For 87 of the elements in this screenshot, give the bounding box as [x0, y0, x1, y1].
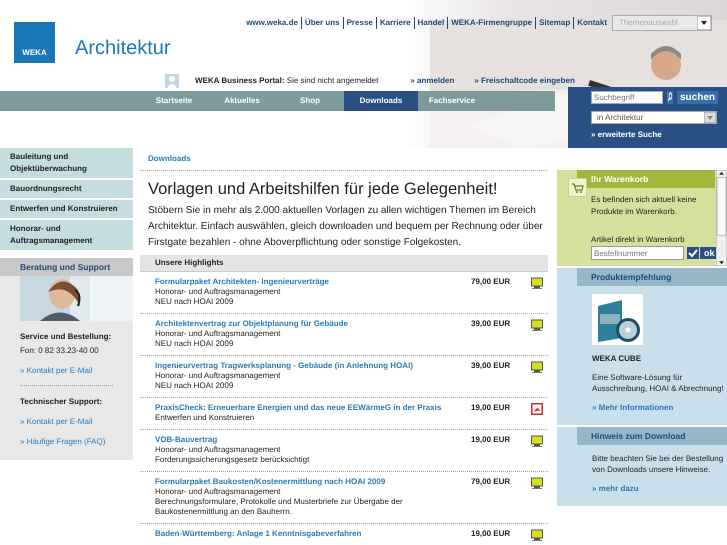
price: 79,00 EUR — [471, 477, 512, 488]
nav-tab[interactable]: Shop — [276, 91, 344, 111]
logo[interactable]: WEKA — [14, 22, 55, 63]
phone-text: Fon: 0 82 33.23-40 00 — [20, 345, 100, 357]
top-link[interactable]: Über uns — [300, 17, 343, 29]
intro-text: Stöbern Sie in mehr als 2.000 aktuellen Vorlagen zu allen wichtigen Themen im Bereich Architektur. Einfach auswählen, gleich downloaden und bequem per Rechnung oder über Firstgate bezahlen - ohne Aboverpflichtung oder sonstige Folgekosten. — [148, 204, 544, 250]
caret-icon — [697, 16, 711, 30]
top-link[interactable]: Sitemap — [535, 17, 574, 29]
monitor-icon — [531, 277, 543, 289]
support-link[interactable]: » Kontakt per E-Mail — [20, 416, 113, 428]
monitor-icon — [531, 319, 543, 331]
top-link[interactable]: WEKA-Firmengruppe — [447, 17, 536, 29]
section-header: Unsere Highlights — [140, 255, 548, 272]
top-link[interactable]: Handel — [414, 17, 448, 29]
portal-status: WEKA Business Portal: Sie sind nicht angemeldet — [195, 75, 378, 87]
sidebar-item[interactable]: Bauleitung und Objektüberwachung — [0, 148, 133, 178]
sidebar-item[interactable]: Honorar- und Auftragsmanagement — [0, 220, 133, 250]
portal-link[interactable]: » Freischaltcode eingeben — [474, 75, 575, 87]
product-description: Honorar- und Auftragsmanagement — [155, 445, 282, 455]
top-link[interactable]: Presse — [342, 17, 376, 29]
product-description: Honorar- und Auftragsmanagement — [155, 371, 282, 381]
more-info-link[interactable]: » Mehr Informationen — [592, 402, 725, 413]
page-title: Vorlagen und Arbeitshilfen für jede Gelegenheit! — [148, 179, 498, 199]
support-link[interactable]: » Häufige Fragen (FAQ) — [20, 436, 113, 448]
panel-title: Ihr Warenkorb — [577, 170, 715, 188]
price: 19,00 EUR — [471, 403, 512, 414]
product-description: Honorar- und Auftragsmanagement — [155, 287, 282, 297]
product-description: NEU nach HOAI 2009 — [155, 381, 234, 391]
product-link[interactable]: Architektenvertrag zur Objektplanung für Gebäude — [155, 319, 463, 329]
monitor-icon — [531, 361, 543, 373]
price: 19,00 EUR — [471, 529, 512, 540]
price: 39,00 EUR — [471, 319, 512, 330]
monitor-icon — [531, 477, 543, 489]
pdf-icon — [531, 403, 543, 415]
product-description: NEU nach HOAI 2009 — [155, 297, 234, 307]
nav-tab[interactable]: Downloads — [344, 91, 418, 111]
panel-title: Beratung und Support — [0, 258, 133, 276]
product-link[interactable]: Baden-Württemberg: Anlage 1 Kenntnisgabeverfahren — [155, 529, 463, 539]
search-field[interactable]: Suchbegriff — [591, 91, 663, 104]
search-icon — [667, 91, 673, 104]
product-description: Entwerfen und Konstruieren — [155, 413, 256, 423]
breadcrumb-link[interactable]: Downloads — [148, 153, 191, 165]
product-description: Eine Software-Lösung für Ausschreibung, HOAI & Abrechnung! — [592, 372, 725, 394]
sidebar-item[interactable]: Bauordnungsrecht — [0, 180, 133, 198]
panel-title: Hinweis zum Download — [577, 427, 727, 445]
advanced-search-link[interactable]: » erweiterte Suche — [591, 129, 662, 141]
sidebar-item[interactable]: Entwerfen und Konstruieren — [0, 200, 133, 218]
caret-icon — [704, 112, 716, 123]
support-link[interactable]: » Kontakt per E-Mail — [20, 365, 113, 377]
product-link[interactable]: VOB-Bauvertrag — [155, 435, 463, 445]
product-description: NEU nach HOAI 2009 — [155, 339, 234, 349]
portal-link[interactable]: » anmelden — [410, 75, 454, 87]
order-number-field[interactable]: Bestellnummer — [591, 246, 684, 260]
hint-text: Bitte beachten Sie bei der Bestellung von Downloads unsere Hinweise. — [592, 453, 724, 475]
site-title: Architektur — [75, 36, 171, 61]
product-description: Forderungssicherungsgesetz berücksichtigt — [155, 455, 310, 465]
check-icon — [687, 247, 699, 259]
nav-tab[interactable]: Startseite — [140, 91, 208, 111]
scope-select[interactable]: in Architektur — [591, 111, 717, 124]
top-link[interactable]: Kontakt — [573, 17, 610, 29]
support-heading: Technischer Support: — [20, 396, 104, 408]
product-description: Berechnungsformulare, Protokolle und Musterbriefe zur Übergabe der Baukostenermittlung an den Bauherrn. — [155, 497, 404, 517]
product-name: WEKA CUBE — [592, 353, 642, 364]
product-link[interactable]: Ingenieurvertrag Tragwerksplanung - Gebäude (in Anlehnung HOAI) — [155, 361, 463, 371]
price: 19,00 EUR — [471, 435, 512, 446]
support-heading: Service und Bestellung: — [20, 331, 112, 343]
monitor-icon — [531, 529, 543, 541]
cart-icon — [568, 178, 587, 197]
search-button[interactable]: suchen — [676, 91, 718, 104]
product-description: Honorar- und Auftragsmanagement — [155, 487, 282, 497]
nav-tab[interactable]: Fachservice — [418, 91, 486, 111]
nav-tab[interactable]: Aktuelles — [208, 91, 276, 111]
product-link[interactable]: PraxisCheck: Erneuerbare Energien und das neue EEWärmeG in der Praxis — [155, 403, 463, 413]
monitor-icon — [531, 435, 543, 447]
cart-message: Es befinden sich aktuell keine Produkte im Warenkorb. — [591, 194, 698, 218]
product-link[interactable]: Formularpaket Architekten- Ingenieurverträge — [155, 277, 463, 287]
product-description: Honorar- und Auftragsmanagement — [155, 329, 282, 339]
panel-title: Produktempfehlung — [577, 268, 727, 286]
price: 39,00 EUR — [471, 361, 512, 372]
price: 79,00 EUR — [471, 277, 512, 288]
direct-label: Artikel direkt in Warenkorb — [591, 234, 686, 246]
confirm-button[interactable] — [687, 247, 699, 259]
user-icon — [165, 74, 179, 88]
top-link[interactable]: www.weka.de — [243, 17, 301, 29]
product-link[interactable]: Formularpaket Baukosten/Kostenermittlung nach HOAI 2009 — [155, 477, 463, 487]
more-link[interactable]: » mehr dazu — [592, 483, 725, 494]
top-link[interactable]: Karriere — [376, 17, 414, 29]
